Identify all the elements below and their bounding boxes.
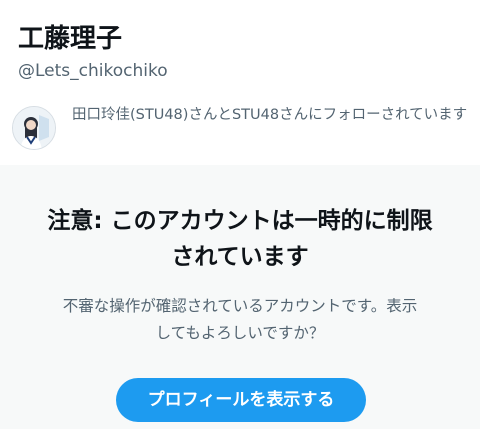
follower-avatar[interactable] [12,106,56,150]
avatar-photo-icon [13,107,55,149]
profile-header: 工藤理子 @Lets_chikochiko [18,22,468,82]
display-name: 工藤理子 [18,24,123,54]
followed-by-text: 田口玲佳(STU48)さんとSTU48さんにフォローされています [72,107,468,123]
profile-page: 工藤理子 @Lets_chikochiko 田口玲佳(STU48)さんとSTU4… [0,0,480,429]
user-handle: @Lets_chikochiko [18,61,168,81]
warning-message: 不審な操作が確認されているアカウントです。表示してもよろしいですか？ [62,297,418,342]
warning-title: 注意: このアカウントは一時的に制限されています [47,208,433,270]
view-profile-button[interactable]: プロフィールを表示する [116,378,366,422]
restricted-account-warning: 注意: このアカウントは一時的に制限されています 不審な操作が確認されているアカ… [0,165,480,429]
followed-by-row[interactable]: 田口玲佳(STU48)さんとSTU48さんにフォローされています [12,104,474,150]
